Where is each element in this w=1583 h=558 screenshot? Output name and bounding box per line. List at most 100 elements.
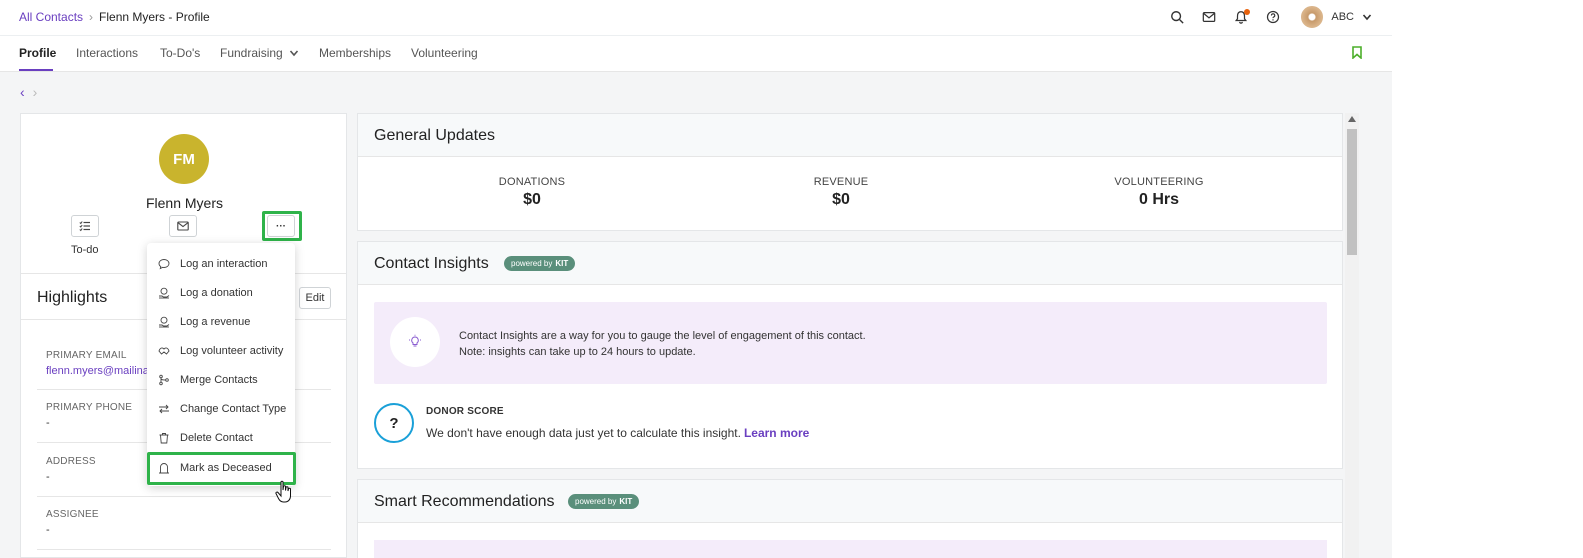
donor-score-text: We don't have enough data just yet to ca…: [426, 426, 809, 440]
tab-memberships[interactable]: Memberships: [319, 46, 391, 60]
user-initials: ABC: [1331, 11, 1354, 23]
todo-button[interactable]: [71, 215, 99, 237]
smart-recommendations-card: Smart Recommendations powered by KIT: [357, 479, 1343, 558]
menu-item-delete-contact[interactable]: Delete Contact: [147, 423, 295, 452]
powered-by-kit-badge: powered by KIT: [504, 256, 576, 271]
badge-brand: KIT: [555, 259, 569, 268]
address-value: -: [46, 471, 50, 483]
notification-dot: [1244, 9, 1251, 15]
tab-todos[interactable]: To-Do's: [160, 46, 200, 60]
contact-insights-card: Contact Insights powered by KIT Contact …: [357, 241, 1343, 469]
smart-recommendations-box: [374, 540, 1327, 558]
tab-volunteering[interactable]: Volunteering: [411, 46, 478, 60]
scroll-thumb[interactable]: [1347, 129, 1357, 255]
menu-item-merge-contacts[interactable]: Merge Contacts: [147, 365, 295, 394]
donation-icon: [157, 286, 170, 299]
insight-description: Contact Insights are a way for you to ga…: [459, 328, 866, 360]
card-header: Contact Insights powered by KIT: [358, 242, 1342, 285]
menu-item-label: Merge Contacts: [180, 373, 258, 386]
donations-label: DONATIONS: [498, 176, 566, 188]
top-icons: ABC: [1169, 6, 1372, 28]
edit-highlights-button[interactable]: Edit: [299, 287, 331, 309]
tab-profile[interactable]: Profile: [19, 46, 56, 60]
learn-more-link[interactable]: Learn more: [744, 426, 809, 440]
lightbulb-icon: [390, 317, 440, 367]
avatar: [1301, 6, 1324, 28]
mail-icon: [177, 221, 189, 231]
menu-item-label: Log a donation: [180, 286, 253, 299]
tab-interactions[interactable]: Interactions: [76, 46, 138, 60]
menu-item-label: Change Contact Type: [180, 402, 287, 415]
menu-item-label: Log volunteer activity: [180, 344, 284, 357]
trash-icon: [157, 431, 170, 444]
bell-icon[interactable]: [1233, 9, 1251, 25]
badge-prefix: powered by: [575, 497, 617, 506]
badge-prefix: powered by: [511, 259, 553, 268]
chat-icon: [157, 257, 170, 270]
smart-recommendations-title: Smart Recommendations: [374, 493, 555, 510]
bookmark-icon[interactable]: [1352, 46, 1362, 59]
donor-score-icon: ?: [374, 403, 414, 443]
powered-by-kit-badge: powered by KIT: [568, 494, 640, 509]
menu-item-label: Log a revenue: [180, 315, 251, 328]
user-menu[interactable]: ABC: [1301, 6, 1372, 28]
hand-cursor-icon: [275, 480, 291, 503]
primary-email-value[interactable]: flenn.myers@mailina: [46, 365, 149, 377]
general-updates-title: General Updates: [374, 127, 495, 144]
insight-info-box: Contact Insights are a way for you to ga…: [374, 302, 1327, 384]
card-header: Smart Recommendations powered by KIT: [358, 480, 1342, 523]
volunteering-stat: VOLUNTEERING 0 Hrs: [1059, 176, 1259, 209]
breadcrumb-separator-icon: ›: [89, 10, 94, 24]
active-tab-indicator: [19, 69, 53, 71]
mail-icon[interactable]: [1201, 9, 1217, 25]
donations-stat: DONATIONS $0: [432, 176, 632, 209]
profile-name: Flenn Myers: [145, 195, 224, 211]
assignee-label: ASSIGNEE: [46, 509, 99, 520]
field-divider: [37, 549, 331, 550]
revenue-icon: [157, 315, 170, 328]
profile-avatar: FM: [159, 134, 209, 184]
menu-item-change-contact-type[interactable]: Change Contact Type: [147, 394, 295, 423]
contact-insights-title: Contact Insights: [374, 255, 489, 272]
help-icon[interactable]: [1265, 9, 1281, 25]
menu-item-log-donation[interactable]: Log a donation: [147, 278, 295, 307]
tab-fundraising[interactable]: Fundraising: [220, 46, 299, 60]
next-record-icon[interactable]: ›: [33, 84, 38, 100]
merge-icon: [157, 373, 170, 386]
primary-phone-label: PRIMARY PHONE: [46, 402, 133, 413]
todo-label: To-do: [71, 244, 99, 256]
address-label: ADDRESS: [46, 456, 96, 467]
breadcrumb: All Contacts › Flenn Myers - Profile: [19, 10, 210, 24]
card-header: General Updates: [358, 114, 1342, 157]
chevron-down-icon: [1362, 14, 1372, 21]
breadcrumb-current: Flenn Myers - Profile: [99, 10, 210, 24]
volunteering-value: 0 Hrs: [1138, 191, 1180, 208]
menu-item-log-revenue[interactable]: Log a revenue: [147, 307, 295, 336]
revenue-value: $0: [832, 191, 850, 208]
primary-email-label: PRIMARY EMAIL: [46, 350, 127, 361]
revenue-stat: REVENUE $0: [741, 176, 941, 209]
donations-value: $0: [523, 191, 541, 208]
menu-item-label: Log an interaction: [180, 257, 268, 270]
email-button[interactable]: [169, 215, 197, 237]
general-updates-card: General Updates DONATIONS $0 REVENUE $0 …: [357, 113, 1343, 231]
donor-score-label: DONOR SCORE: [426, 406, 504, 417]
volunteering-label: VOLUNTEERING: [1114, 176, 1204, 188]
highlights-title: Highlights: [37, 289, 108, 306]
previous-record-icon[interactable]: ‹: [20, 84, 25, 100]
menu-item-log-interaction[interactable]: Log an interaction: [147, 249, 295, 278]
search-icon[interactable]: [1169, 9, 1185, 25]
chevron-down-icon: [289, 50, 298, 57]
breadcrumb-all-contacts[interactable]: All Contacts: [19, 10, 83, 24]
scroll-up-arrow-icon[interactable]: [1348, 116, 1356, 122]
donor-score-message: We don't have enough data just yet to ca…: [426, 426, 741, 440]
scrollbar[interactable]: [1345, 113, 1359, 558]
assignee-value: -: [46, 524, 50, 536]
menu-item-label: Delete Contact: [180, 431, 253, 444]
checklist-icon: [79, 221, 90, 232]
menu-item-log-volunteer-activity[interactable]: Log volunteer activity: [147, 336, 295, 365]
app-frame: All Contacts › Flenn Myers - Profile ABC…: [0, 0, 1392, 558]
record-pager: ‹ ›: [20, 84, 37, 100]
insight-line-1: Contact Insights are a way for you to ga…: [459, 330, 866, 342]
insight-line-2: Note: insights can take up to 24 hours t…: [459, 346, 696, 358]
